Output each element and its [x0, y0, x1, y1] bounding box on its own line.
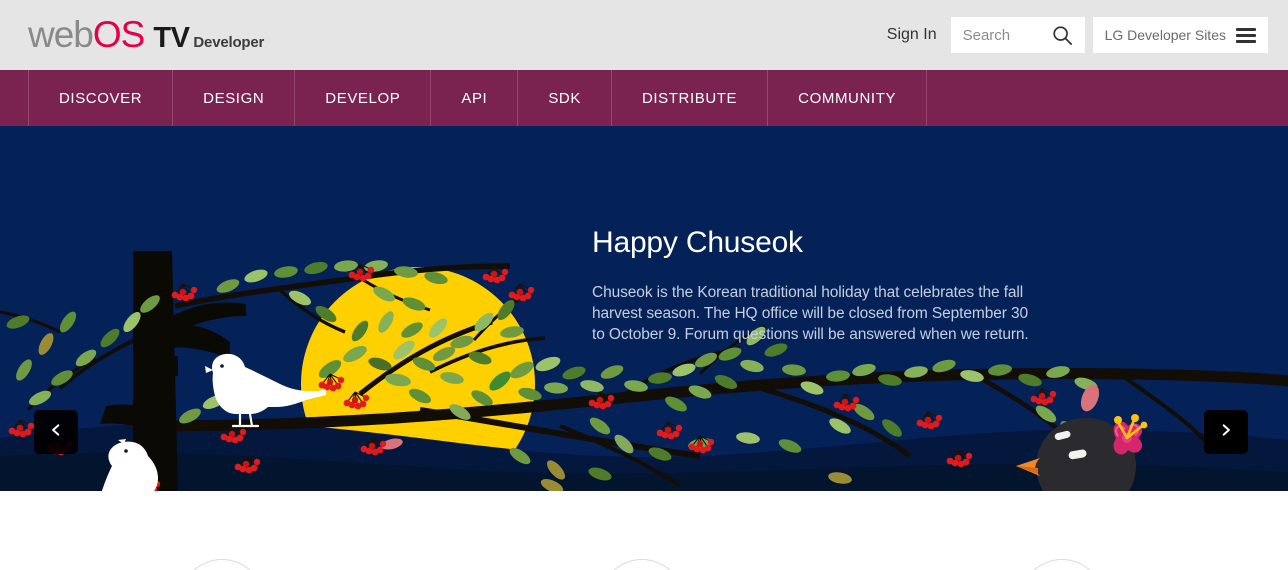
hero-copy: Happy Chuseok Chuseok is the Korean trad…	[592, 226, 1037, 345]
sign-in-link[interactable]: Sign In	[887, 26, 937, 44]
logo-text-developer: Developer	[193, 34, 265, 51]
feature-section	[0, 491, 1288, 570]
feature-circle-2[interactable]	[600, 559, 684, 570]
feature-circle-1[interactable]	[180, 559, 264, 570]
nav-item-distribute[interactable]: DISTRIBUTE	[610, 70, 767, 126]
nav-item-sdk[interactable]: SDK	[517, 70, 611, 126]
lg-developer-sites-label: LG Developer Sites	[1104, 27, 1226, 43]
main-navigation: DISCOVER DESIGN DEVELOP API SDK DISTRIBU…	[0, 70, 1288, 126]
logo-text-os: OS	[92, 14, 145, 55]
site-header: webOS TV Developer Sign In LG Developer …	[0, 0, 1288, 70]
nav-item-community[interactable]: COMMUNITY	[767, 70, 928, 126]
hanbok-bird-character	[1016, 414, 1148, 491]
hero-description: Chuseok is the Korean traditional holida…	[592, 284, 1029, 343]
search-input[interactable]	[960, 25, 1051, 45]
carousel-prev-button[interactable]	[34, 410, 78, 454]
logo-text-web: web	[28, 14, 94, 55]
chevron-left-icon	[49, 423, 63, 442]
nav-item-discover[interactable]: DISCOVER	[28, 70, 172, 126]
search-box[interactable]	[950, 17, 1085, 53]
lg-developer-sites-button[interactable]: LG Developer Sites	[1092, 17, 1268, 53]
hero-banner: Happy Chuseok Chuseok is the Korean trad…	[0, 126, 1288, 491]
header-actions: Sign In LG Developer Sites	[887, 0, 1268, 70]
logo-text-tv: TV	[153, 22, 190, 54]
hero-title: Happy Chuseok	[592, 226, 803, 259]
nav-item-design[interactable]: DESIGN	[172, 70, 294, 126]
chevron-right-icon	[1219, 423, 1233, 442]
site-logo[interactable]: web OS TV Developer	[28, 14, 264, 56]
feature-circle-3[interactable]	[1020, 559, 1104, 570]
carousel-next-button[interactable]	[1204, 410, 1248, 454]
nav-item-api[interactable]: API	[430, 70, 517, 126]
hamburger-icon[interactable]	[1236, 27, 1256, 43]
nav-item-develop[interactable]: DEVELOP	[294, 70, 430, 126]
search-icon[interactable]	[1051, 24, 1073, 46]
